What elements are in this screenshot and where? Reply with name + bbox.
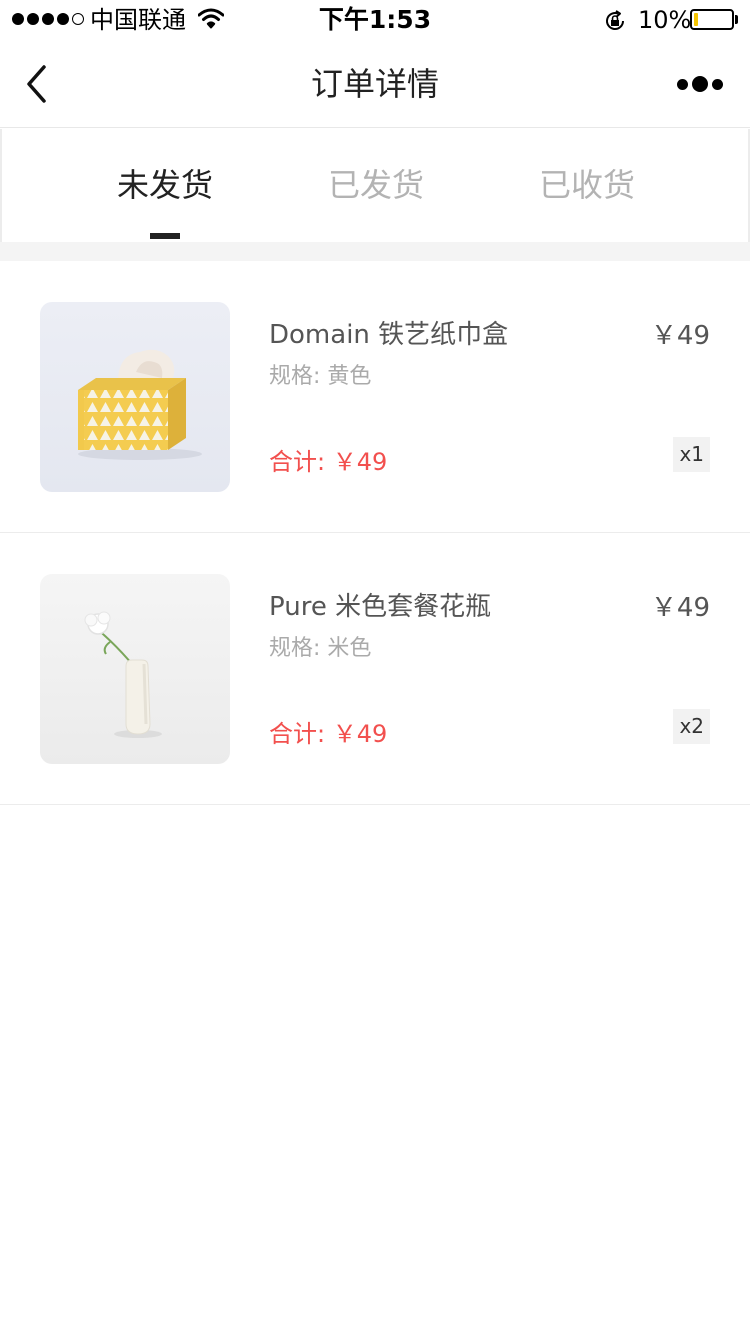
- battery-level-fill: [694, 13, 698, 26]
- product-total: 合计: ￥49: [269, 717, 387, 751]
- product-image-vase[interactable]: [40, 574, 230, 764]
- more-dots-icon: [677, 76, 723, 92]
- more-button[interactable]: [670, 68, 730, 100]
- white-vase-flower-image: [40, 574, 230, 764]
- total-value: ￥49: [332, 448, 388, 476]
- product-price: ￥49: [650, 593, 710, 623]
- spec-value: 米色: [327, 636, 372, 661]
- spec-label: 规格:: [269, 636, 321, 661]
- product-spec: 规格: 米色: [269, 634, 371, 664]
- battery-tip: [735, 15, 738, 24]
- section-divider: [0, 242, 750, 261]
- product-name: Domain 铁艺纸巾盒: [269, 320, 509, 350]
- tab-label: 未发货: [116, 166, 213, 204]
- total-label: 合计:: [269, 720, 326, 748]
- spec-label: 规格:: [269, 364, 321, 389]
- order-item[interactable]: Pure 米色套餐花瓶 规格: 米色 合计: ￥49 ￥49 x2: [0, 533, 750, 805]
- battery-icon: [690, 9, 734, 30]
- tab-shipped[interactable]: 已发货: [276, 129, 476, 242]
- status-bar: 中国联通 下午1:53 10%: [0, 0, 750, 40]
- rotation-lock-icon: [603, 9, 627, 37]
- tab-unshipped[interactable]: 未发货: [65, 129, 265, 242]
- order-item[interactable]: Domain 铁艺纸巾盒 规格: 黄色 合计: ￥49 ￥49 x1: [0, 261, 750, 533]
- tab-label: 已发货: [327, 166, 424, 204]
- tab-received[interactable]: 已收货: [487, 129, 687, 242]
- product-spec: 规格: 黄色: [269, 362, 371, 392]
- spec-value: 黄色: [327, 364, 372, 389]
- page-title: 订单详情: [310, 65, 439, 103]
- order-status-tabs: 未发货 已发货 已收货: [0, 129, 750, 242]
- total-value: ￥49: [332, 720, 388, 748]
- total-label: 合计:: [269, 448, 326, 476]
- product-name: Pure 米色套餐花瓶: [269, 592, 492, 622]
- quantity-badge: x2: [673, 709, 710, 744]
- order-list: Domain 铁艺纸巾盒 规格: 黄色 合计: ￥49 ￥49 x1 Pure …: [0, 261, 750, 805]
- product-image-tissue-box[interactable]: [40, 302, 230, 492]
- tab-label: 已收货: [538, 166, 635, 204]
- product-price: ￥49: [650, 321, 710, 351]
- product-total: 合计: ￥49: [269, 445, 387, 479]
- active-tab-indicator: [150, 233, 180, 239]
- yellow-tissue-box-image: [40, 302, 230, 492]
- battery-percent: 10%: [638, 6, 692, 34]
- quantity-badge: x1: [673, 437, 710, 472]
- nav-bar: 订单详情: [0, 40, 750, 128]
